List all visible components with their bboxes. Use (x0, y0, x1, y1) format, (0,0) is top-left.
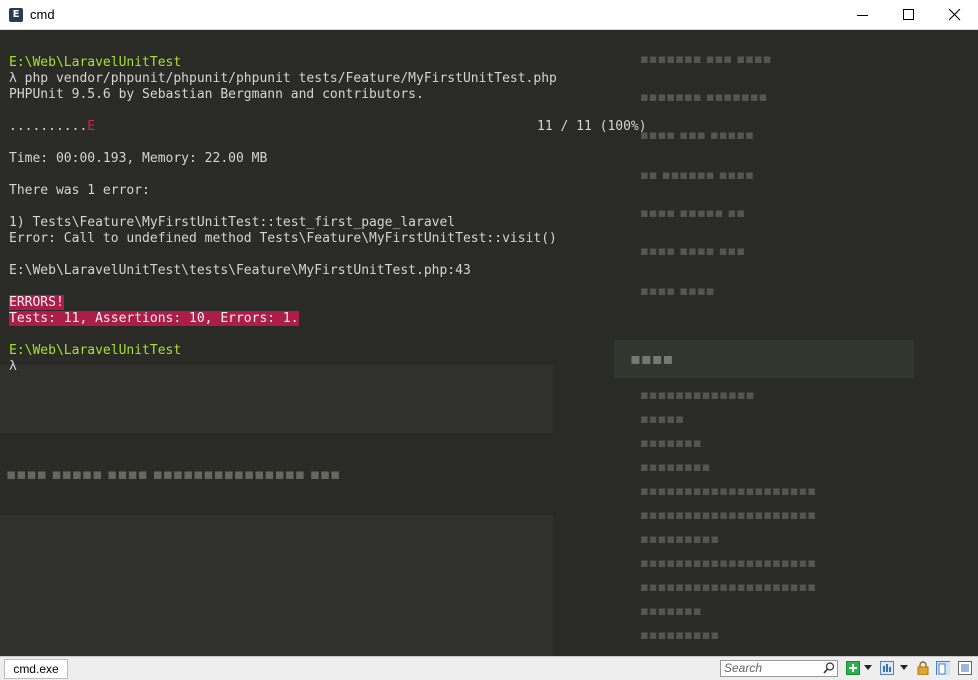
split-view-icon[interactable] (936, 661, 950, 675)
status-bar: cmd.exe Search (0, 656, 978, 680)
close-button[interactable] (932, 0, 978, 30)
prompt-symbol: λ (9, 359, 17, 374)
maximize-icon (903, 9, 914, 20)
view-icon[interactable] (880, 661, 894, 675)
dropdown-icon[interactable] (900, 665, 914, 679)
lock-icon[interactable] (916, 661, 930, 675)
maximize-button[interactable] (886, 0, 932, 30)
close-icon (949, 9, 961, 21)
settings-icon[interactable] (958, 661, 972, 675)
progress-count: 11 / 11 (100%) (537, 119, 647, 134)
search-placeholder: Search (724, 661, 763, 675)
command-line: λ php vendor/phpunit/phpunit/phpunit tes… (9, 71, 557, 86)
output-line: Time: 00:00.193, Memory: 22.00 MB (9, 151, 268, 166)
window-titlebar[interactable]: E cmd (0, 0, 978, 30)
output-line: 1) Tests\Feature\MyFirstUnitTest::test_f… (9, 215, 456, 230)
terminal-output[interactable]: E:\Web\LaravelUnitTest λ php vendor/phpu… (0, 30, 978, 656)
window-title: cmd (30, 7, 55, 22)
search-input[interactable]: Search (720, 660, 838, 677)
dropdown-icon[interactable] (864, 665, 878, 679)
progress-error-mark: E (87, 119, 96, 134)
search-icon[interactable] (823, 662, 835, 674)
output-line: PHPUnit 9.5.6 by Sebastian Bergmann and … (9, 87, 424, 102)
error-summary-line: ERRORS! (9, 295, 64, 311)
output-line: Error: Call to undefined method Tests\Fe… (9, 231, 557, 246)
error-summary-line: Tests: 11, Assertions: 10, Errors: 1. (9, 311, 299, 327)
prompt-path: E:\Web\LaravelUnitTest (9, 343, 182, 358)
errors-banner: ERRORS! (9, 295, 64, 310)
tests-summary: Tests: 11, Assertions: 10, Errors: 1. (9, 311, 299, 326)
progress-line: ..........E (9, 119, 95, 135)
console-app-icon: E (9, 8, 23, 22)
output-line: E:\Web\LaravelUnitTest\tests\Feature\MyF… (9, 263, 471, 278)
minimize-button[interactable] (840, 0, 886, 30)
add-console-icon[interactable] (846, 661, 860, 675)
minimize-icon (857, 15, 868, 16)
output-line: There was 1 error: (9, 183, 150, 198)
console-tab[interactable]: cmd.exe (4, 659, 68, 679)
progress-dots: .......... (9, 119, 88, 134)
prompt-path: E:\Web\LaravelUnitTest (9, 55, 182, 70)
